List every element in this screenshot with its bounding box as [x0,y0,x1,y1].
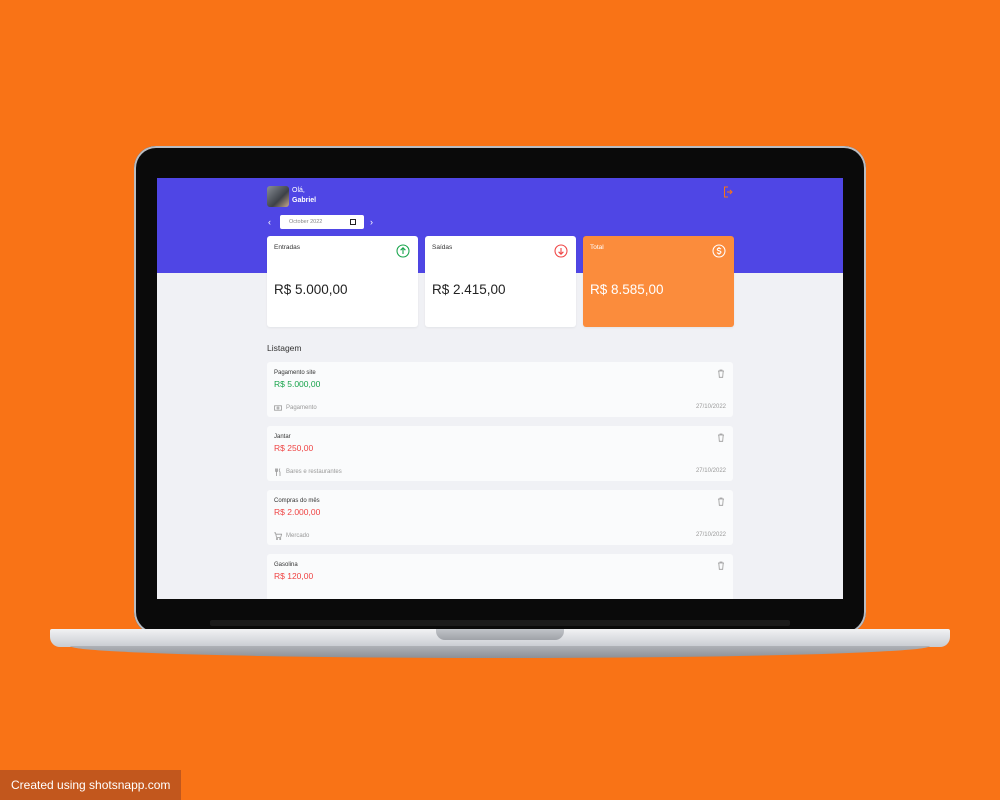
card-value: R$ 5.000,00 [274,282,348,297]
month-picker-input[interactable]: October 2022 [280,215,364,229]
trash-icon[interactable] [717,433,725,442]
item-category-label: Bares e restaurantes [286,469,342,475]
calendar-icon[interactable] [350,219,356,225]
list-item[interactable]: Pagamento site R$ 5.000,00 Pagamento 27/… [267,362,733,417]
trash-icon[interactable] [717,369,725,378]
laptop-bezel-hinge [210,620,790,626]
item-date: 27/10/2022 [695,532,726,538]
list-title: Listagem [267,343,302,353]
card-total: Total R$ 8.585,00 [583,236,734,327]
dollar-circle-icon [712,244,726,258]
card-entradas: Entradas R$ 5.000,00 [267,236,418,327]
month-value: October 2022 [289,219,323,225]
item-description: Gasolina [274,562,298,568]
trash-icon[interactable] [717,561,725,570]
money-icon [274,405,282,411]
user-name: Gabriel [292,197,317,204]
item-date: 27/10/2022 [695,404,726,410]
arrow-down-circle-icon [554,244,568,258]
prev-month-button[interactable]: ‹ [268,217,271,227]
item-description: Jantar [274,434,291,440]
card-saidas: Saídas R$ 2.415,00 [425,236,576,327]
watermark: Created using shotsnapp.com [0,770,181,800]
card-value: R$ 8.585,00 [590,282,664,297]
app-screen: Olá, Gabriel ‹ October 2022 › Entradas R… [157,178,843,599]
list-item[interactable]: Gasolina R$ 120,00 [267,554,733,599]
item-category: Pagamento [274,404,317,412]
item-category-label: Pagamento [286,405,317,411]
logout-icon[interactable] [723,185,733,198]
cart-icon [274,532,282,540]
item-amount: R$ 250,00 [274,443,314,453]
item-category-label: Mercado [286,533,310,539]
card-label: Saídas [432,244,453,251]
fork-knife-icon [275,468,281,476]
item-description: Compras do mês [274,498,320,504]
avatar [267,186,289,207]
list-item[interactable]: Jantar R$ 250,00 Bares e restaurantes 27… [267,426,733,481]
item-amount: R$ 120,00 [274,571,314,581]
next-month-button[interactable]: › [370,217,373,227]
card-label: Entradas [274,244,301,251]
laptop-base-foot [70,646,930,658]
item-category: Bares e restaurantes [274,468,342,476]
list-item[interactable]: Compras do mês R$ 2.000,00 Mercado 27/10… [267,490,733,545]
greeting: Olá, Gabriel [292,186,316,206]
card-label: Total [590,244,604,251]
card-value: R$ 2.415,00 [432,282,506,297]
item-description: Pagamento site [274,370,316,376]
trash-icon[interactable] [717,497,725,506]
laptop-notch [436,629,564,640]
item-amount: R$ 5.000,00 [274,379,321,389]
item-category: Mercado [274,532,309,540]
item-amount: R$ 2.000,00 [274,507,321,517]
item-date: 27/10/2022 [695,468,726,474]
arrow-up-circle-icon [396,244,410,258]
greeting-text: Olá, [292,187,305,194]
